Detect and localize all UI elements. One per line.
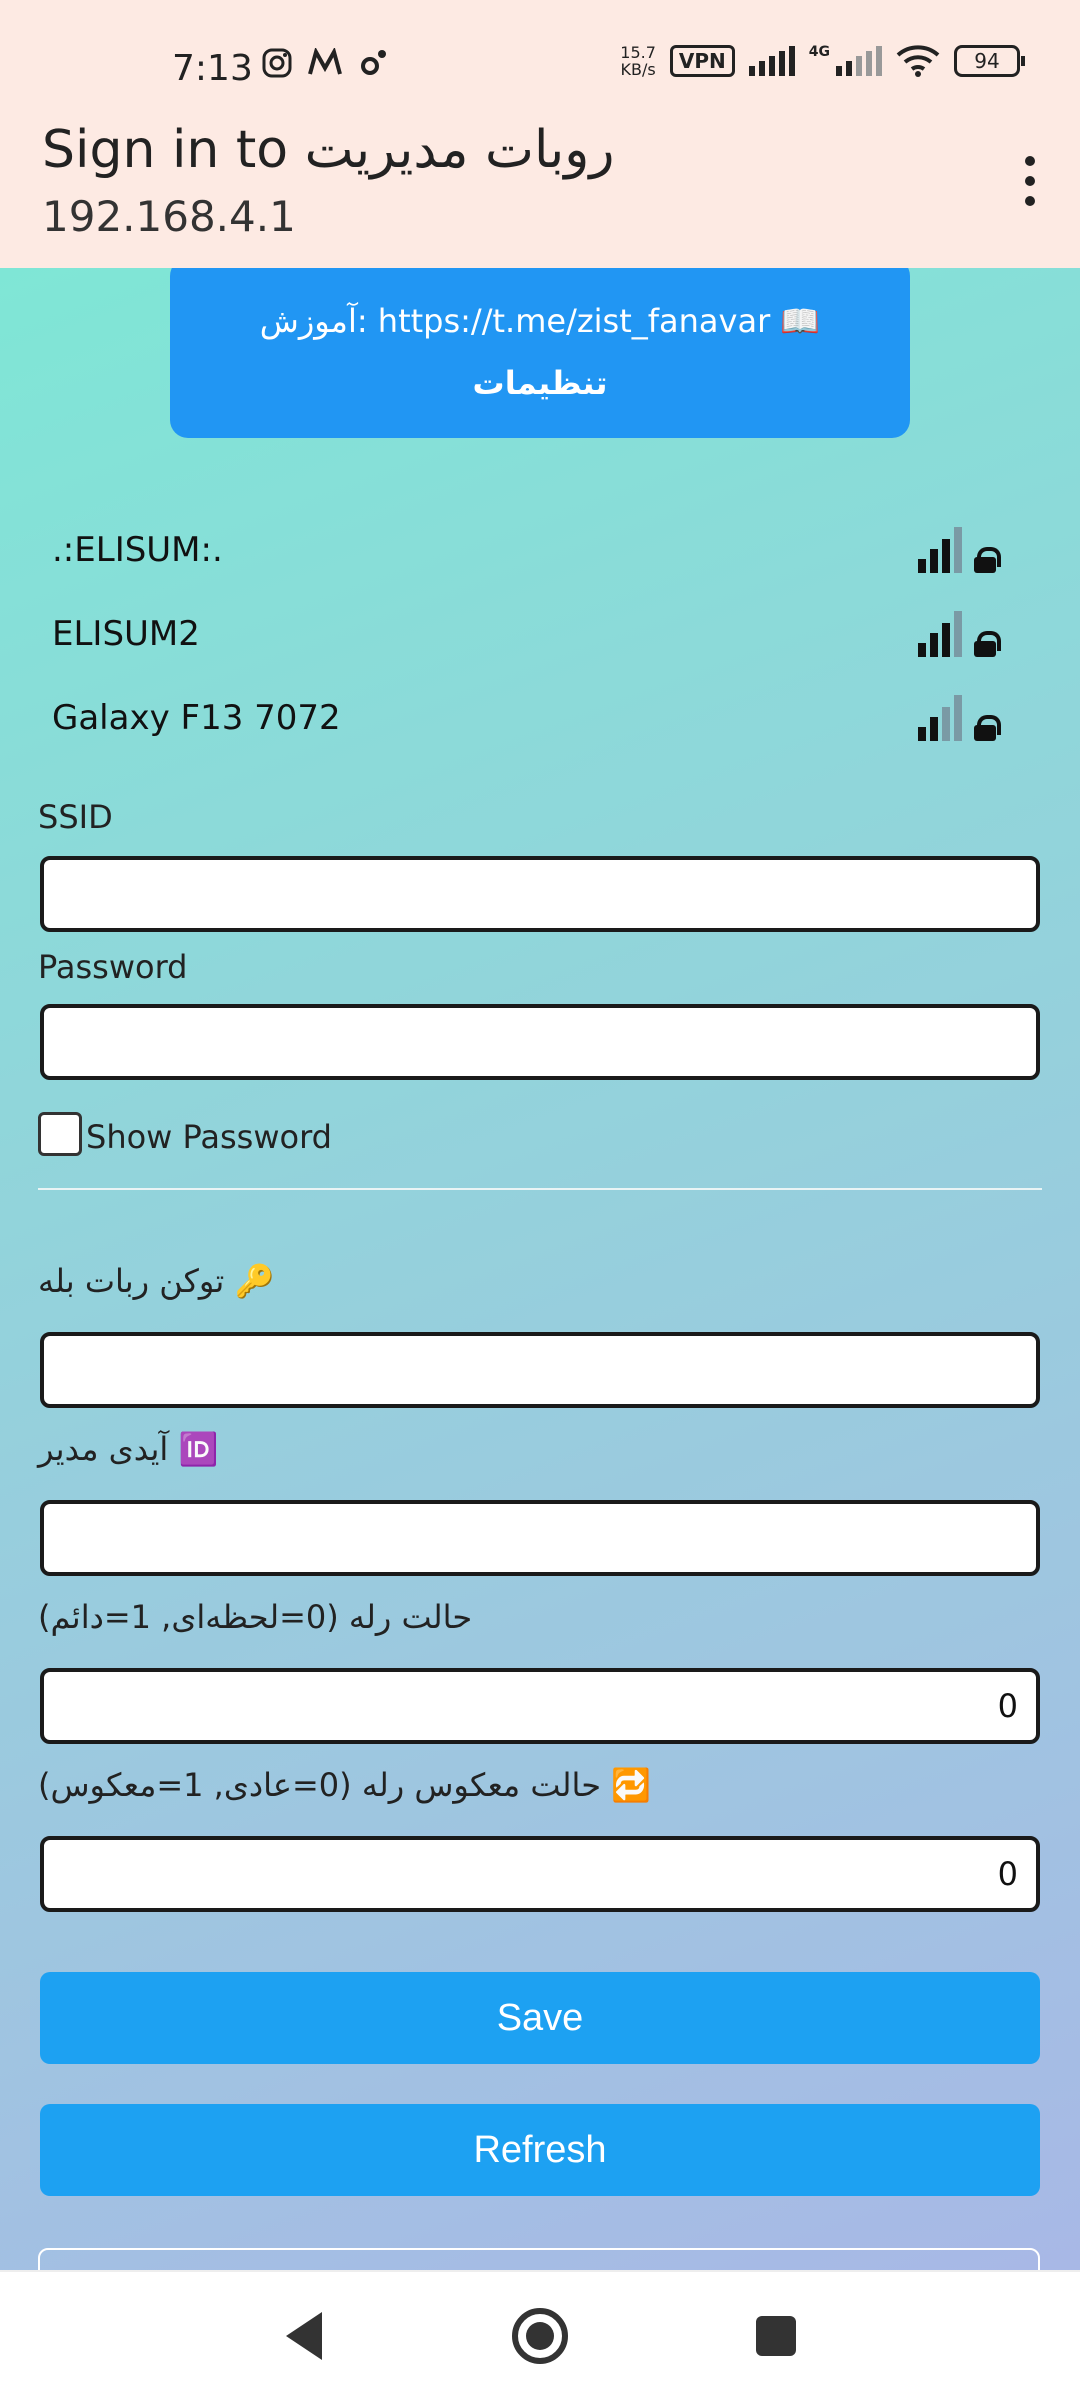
save-button[interactable]: Save: [40, 1972, 1040, 2064]
battery-icon: 94: [954, 45, 1025, 77]
relay-inverse-label: 🔁 حالت معکوس رله (0=عادی, 1=معکوس): [38, 1766, 652, 1804]
lock-icon: [974, 715, 1001, 741]
net-speed: 15.7 KB/s: [620, 43, 656, 79]
medium-icon: [308, 48, 342, 75]
show-password-label: Show Password: [86, 1118, 332, 1156]
show-password-row[interactable]: Show Password: [38, 1112, 332, 1156]
tutorial-link[interactable]: آموزش: https://t.me/zist_fanavar 📖: [170, 290, 910, 352]
recent-apps-icon[interactable]: [756, 2316, 796, 2356]
notification-icons: [262, 48, 388, 78]
show-password-checkbox[interactable]: [38, 1112, 82, 1156]
settings-sync-icon: [361, 50, 386, 75]
ssid-input[interactable]: [40, 856, 1040, 932]
system-icons: 15.7 KB/s VPN 4G 94: [620, 43, 1025, 79]
wifi-network-list: .:ELISUM:. ELISUM2 Galaxy F13 7072: [52, 508, 1012, 760]
home-icon[interactable]: [512, 2308, 568, 2364]
relay-mode-label: حالت رله (0=لحظه‌ای, 1=دائم): [38, 1598, 473, 1636]
back-icon[interactable]: [286, 2312, 322, 2360]
wifi-ssid: ELISUM2: [52, 614, 200, 654]
info-banner[interactable]: آموزش: https://t.me/zist_fanavar 📖 تنظیم…: [170, 268, 910, 438]
password-input[interactable]: [40, 1004, 1040, 1080]
status-time: 7:13: [172, 48, 253, 89]
bot-token-label: 🔑 توکن ربات بله: [38, 1262, 275, 1300]
relay-inverse-input[interactable]: [40, 1836, 1040, 1912]
wifi-ssid: Galaxy F13 7072: [52, 698, 341, 738]
browser-header: 7:13 15.7 KB/s VPN 4G 94 Sign in to روبا…: [0, 0, 1080, 268]
vpn-icon: VPN: [669, 45, 735, 77]
refresh-button[interactable]: Refresh: [40, 2104, 1040, 2196]
admin-id-label: 🆔 آیدی مدیر: [38, 1430, 219, 1468]
instagram-icon: [262, 48, 292, 78]
next-section-edge: [38, 2248, 1040, 2270]
portal-page: آموزش: https://t.me/zist_fanavar 📖 تنظیم…: [0, 268, 1080, 2270]
signal-strength-icon: [918, 527, 962, 573]
system-nav-bar: [0, 2270, 1080, 2400]
wifi-network-item[interactable]: Galaxy F13 7072: [52, 676, 1012, 760]
relay-mode-input[interactable]: [40, 1668, 1040, 1744]
admin-id-input[interactable]: [40, 1500, 1040, 1576]
status-bar: 7:13 15.7 KB/s VPN 4G 94: [0, 0, 1080, 120]
signal-strength-icon: [918, 611, 962, 657]
divider: [38, 1188, 1042, 1190]
network-type: 4G: [808, 44, 830, 60]
lock-icon: [974, 547, 1001, 573]
page-address: 192.168.4.1: [42, 192, 296, 241]
ssid-label: SSID: [38, 798, 113, 836]
wifi-network-item[interactable]: .:ELISUM:.: [52, 508, 1012, 592]
wifi-icon: [896, 45, 940, 77]
signal-icon: [748, 46, 795, 76]
signal-strength-icon: [918, 695, 962, 741]
more-options-icon[interactable]: [1020, 156, 1040, 206]
settings-heading: تنظیمات: [472, 364, 608, 402]
wifi-network-item[interactable]: ELISUM2: [52, 592, 1012, 676]
lock-icon: [974, 631, 1001, 657]
bot-token-input[interactable]: [40, 1332, 1040, 1408]
wifi-ssid: .:ELISUM:.: [52, 530, 223, 570]
page-title: Sign in to روبات مدیریت: [42, 120, 615, 180]
password-label: Password: [38, 948, 188, 986]
signal-2-icon: [836, 46, 882, 76]
